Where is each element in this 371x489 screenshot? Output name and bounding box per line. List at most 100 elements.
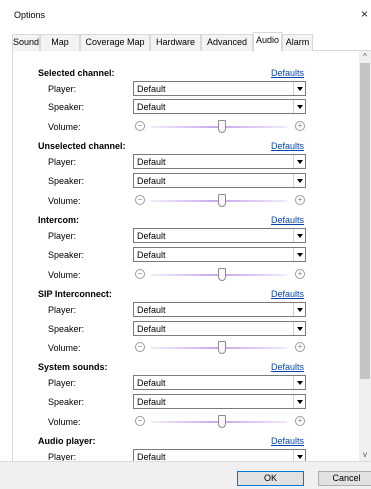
volume-up-icon[interactable]: +: [295, 416, 305, 426]
chevron-down-icon: [297, 160, 303, 164]
player-value: Default: [137, 157, 166, 167]
section-title: Unselected channel:: [38, 141, 126, 151]
player-dropdown[interactable]: Default: [133, 375, 306, 390]
dropdown-button[interactable]: [293, 174, 305, 187]
speaker-label: Speaker:: [48, 250, 85, 260]
slider-thumb[interactable]: [218, 341, 226, 354]
tab-sound[interactable]: Sound: [12, 34, 40, 51]
vertical-scrollbar[interactable]: ^ v: [359, 51, 371, 461]
scroll-thumb[interactable]: [360, 63, 370, 379]
dropdown-button[interactable]: [293, 395, 305, 408]
tab-coverage-map[interactable]: Coverage Map: [80, 34, 150, 51]
player-dropdown[interactable]: Default: [133, 154, 306, 169]
player-label: Player:: [48, 378, 77, 388]
speaker-value: Default: [137, 324, 166, 334]
player-value: Default: [137, 305, 166, 315]
dropdown-button[interactable]: [293, 376, 305, 389]
dropdown-button[interactable]: [293, 303, 305, 316]
scroll-down-icon[interactable]: v: [359, 449, 371, 461]
defaults-link[interactable]: Defaults: [271, 362, 304, 372]
defaults-link[interactable]: Defaults: [271, 289, 304, 299]
volume-up-icon[interactable]: +: [295, 342, 305, 352]
tab-alarm[interactable]: Alarm: [282, 34, 313, 51]
chevron-down-icon: [297, 234, 303, 238]
player-label: Player:: [48, 305, 77, 315]
speaker-label: Speaker:: [48, 397, 85, 407]
section-title: Audio player:: [38, 436, 96, 446]
player-label: Player:: [48, 452, 77, 461]
defaults-link[interactable]: Defaults: [271, 436, 304, 446]
section-title: Selected channel:: [38, 68, 115, 78]
player-dropdown[interactable]: Default: [133, 449, 306, 461]
player-value: Default: [137, 378, 166, 388]
volume-slider[interactable]: − +: [133, 194, 307, 208]
chevron-down-icon: [297, 105, 303, 109]
dropdown-button[interactable]: [293, 100, 305, 113]
volume-slider[interactable]: − +: [133, 341, 307, 355]
volume-up-icon[interactable]: +: [295, 121, 305, 131]
dropdown-button[interactable]: [293, 155, 305, 168]
player-dropdown[interactable]: Default: [133, 302, 306, 317]
cancel-button[interactable]: Cancel: [318, 471, 371, 486]
tab-map[interactable]: Map: [40, 34, 80, 51]
scroll-up-icon[interactable]: ^: [359, 51, 371, 63]
dropdown-button[interactable]: [293, 229, 305, 242]
tab-advanced[interactable]: Advanced: [201, 34, 253, 51]
chevron-down-icon: [297, 400, 303, 404]
chevron-down-icon: [297, 179, 303, 183]
slider-thumb[interactable]: [218, 415, 226, 428]
volume-down-icon[interactable]: −: [135, 269, 145, 279]
volume-slider[interactable]: − +: [133, 268, 307, 282]
dropdown-button[interactable]: [293, 82, 305, 95]
speaker-dropdown[interactable]: Default: [133, 321, 306, 336]
volume-slider[interactable]: − +: [133, 415, 307, 429]
tab-strip: Sound Map Coverage Map Hardware Advanced…: [12, 32, 371, 52]
player-label: Player:: [48, 231, 77, 241]
volume-up-icon[interactable]: +: [295, 195, 305, 205]
tab-audio[interactable]: Audio: [253, 32, 282, 52]
dialog-footer: OK Cancel: [0, 461, 371, 489]
defaults-link[interactable]: Defaults: [271, 141, 304, 151]
window-title: Options: [14, 10, 46, 20]
player-dropdown[interactable]: Default: [133, 228, 306, 243]
defaults-link[interactable]: Defaults: [271, 68, 304, 78]
dropdown-button[interactable]: [293, 450, 305, 461]
player-label: Player:: [48, 157, 77, 167]
chevron-down-icon: [297, 87, 303, 91]
speaker-label: Speaker:: [48, 324, 85, 334]
player-value: Default: [137, 84, 166, 94]
slider-thumb[interactable]: [218, 268, 226, 281]
close-icon[interactable]: ×: [361, 8, 371, 20]
volume-label: Volume:: [48, 417, 81, 427]
defaults-link[interactable]: Defaults: [271, 215, 304, 225]
player-value: Default: [137, 452, 166, 461]
section-title: Intercom:: [38, 215, 80, 225]
volume-down-icon[interactable]: −: [135, 416, 145, 426]
speaker-value: Default: [137, 102, 166, 112]
chevron-down-icon: [297, 381, 303, 385]
slider-thumb[interactable]: [218, 120, 226, 133]
dropdown-button[interactable]: [293, 248, 305, 261]
volume-label: Volume:: [48, 270, 81, 280]
speaker-dropdown[interactable]: Default: [133, 247, 306, 262]
speaker-dropdown[interactable]: Default: [133, 99, 306, 114]
title-bar: Options ×: [0, 0, 371, 28]
speaker-value: Default: [137, 250, 166, 260]
volume-label: Volume:: [48, 343, 81, 353]
chevron-down-icon: [297, 455, 303, 459]
player-dropdown[interactable]: Default: [133, 81, 306, 96]
speaker-dropdown[interactable]: Default: [133, 173, 306, 188]
ok-button[interactable]: OK: [237, 471, 304, 486]
chevron-down-icon: [297, 253, 303, 257]
volume-down-icon[interactable]: −: [135, 195, 145, 205]
speaker-label: Speaker:: [48, 102, 85, 112]
slider-thumb[interactable]: [218, 194, 226, 207]
volume-slider[interactable]: − +: [133, 120, 307, 134]
volume-up-icon[interactable]: +: [295, 269, 305, 279]
tab-hardware[interactable]: Hardware: [150, 34, 201, 51]
volume-label: Volume:: [48, 122, 81, 132]
dropdown-button[interactable]: [293, 322, 305, 335]
volume-down-icon[interactable]: −: [135, 342, 145, 352]
volume-down-icon[interactable]: −: [135, 121, 145, 131]
speaker-dropdown[interactable]: Default: [133, 394, 306, 409]
